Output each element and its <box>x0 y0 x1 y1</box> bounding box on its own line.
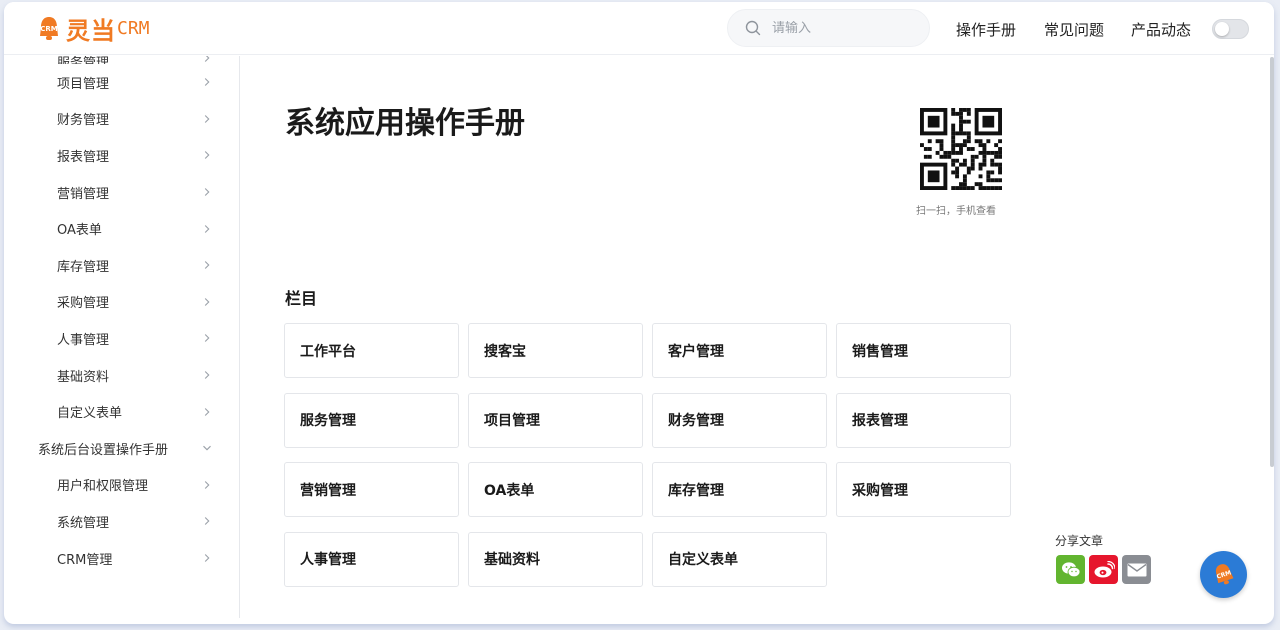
scrollbar[interactable] <box>1270 57 1274 557</box>
category-card[interactable]: 销售管理 <box>836 323 1011 378</box>
logo-suffix: CRM <box>117 18 150 39</box>
sidebar-item-label: 财务管理 <box>57 113 110 129</box>
qr-code <box>920 108 1002 190</box>
wechat-icon <box>1061 561 1080 577</box>
nav-faq[interactable]: 常见问题 <box>1044 19 1104 40</box>
sidebar-item[interactable]: 报表管理 <box>4 137 239 174</box>
sidebar-item-label: 基础资料 <box>57 369 110 385</box>
sidebar-item[interactable]: 财务管理 <box>4 101 239 138</box>
sidebar-item-label: 服务管理 <box>57 56 110 64</box>
category-card[interactable]: OA表单 <box>468 462 643 517</box>
chevron-down-icon <box>203 446 211 451</box>
theme-toggle[interactable] <box>1212 19 1249 39</box>
chevron-right-icon <box>204 480 210 489</box>
chevron-right-icon <box>204 188 210 196</box>
share-mail-button[interactable] <box>1122 555 1151 584</box>
crm-bell-logo-icon: CRM <box>40 16 58 40</box>
chevron-right-icon <box>204 261 210 270</box>
qr-caption: 扫一扫，手机查看 <box>916 206 996 217</box>
logo-text: 灵当 <box>66 17 116 45</box>
search-input[interactable] <box>772 20 912 36</box>
sidebar-item[interactable]: 系统管理 <box>4 503 239 540</box>
chevron-right-icon <box>204 56 210 62</box>
sidebar-item-label: 人事管理 <box>57 332 110 348</box>
sidebar-item-label: 报表管理 <box>57 149 110 165</box>
sidebar-item-label: 用户和权限管理 <box>57 479 149 495</box>
weibo-icon <box>1094 560 1115 577</box>
category-card[interactable]: 采购管理 <box>836 462 1011 517</box>
sidebar-item-label: 系统后台设置操作手册 <box>38 442 169 458</box>
nav-product-news[interactable]: 产品动态 <box>1131 19 1191 40</box>
sidebar-item[interactable]: 项目管理 <box>4 64 239 101</box>
category-card[interactable]: 服务管理 <box>284 392 459 448</box>
chevron-right-icon <box>204 554 210 562</box>
category-card[interactable]: 报表管理 <box>836 392 1011 448</box>
sidebar: 服务管理项目管理财务管理报表管理营销管理 OA表单库存管理采购管理人事管理基础资料… <box>4 56 240 618</box>
category-card[interactable]: 基础资料 <box>468 531 643 587</box>
chevron-right-icon <box>204 297 210 306</box>
sidebar-item[interactable]: 用户和权限管理 <box>4 467 239 504</box>
sidebar-item[interactable]: 系统后台设置操作手册 <box>4 430 239 467</box>
sidebar-item[interactable]: 基础资料 <box>4 357 239 394</box>
share-label: 分享文章 <box>1055 534 1104 548</box>
sidebar-item-label: 库存管理 <box>57 259 110 275</box>
sidebar-item-label: 自定义表单 <box>57 406 123 422</box>
floating-crm-button[interactable]: CRM <box>1200 551 1247 598</box>
sidebar-item-label: 项目管理 <box>57 76 110 92</box>
category-card[interactable]: 项目管理 <box>468 392 643 448</box>
nav-manual[interactable]: 操作手册 <box>956 19 1016 40</box>
share-wechat-button[interactable] <box>1056 555 1085 584</box>
category-card[interactable]: 搜客宝 <box>468 323 643 378</box>
sidebar-item-label: 采购管理 <box>57 296 110 312</box>
sidebar-item[interactable]: OA表单 <box>4 210 239 247</box>
app-window: CRM 灵当 CRM 操作手册 常见问题 产品动态 服务管理项目管理财务管理报表… <box>4 2 1274 624</box>
page-title: 系统应用操作手册 <box>285 106 525 141</box>
sidebar-item[interactable]: 库存管理 <box>4 247 239 284</box>
sidebar-item[interactable]: 采购管理 <box>4 284 239 321</box>
svg-text:CRM: CRM <box>40 25 58 33</box>
category-card[interactable]: 人事管理 <box>284 531 459 587</box>
chevron-right-icon <box>204 334 210 343</box>
category-card[interactable]: 营销管理 <box>284 462 459 517</box>
chevron-right-icon <box>204 517 210 526</box>
chevron-right-icon <box>204 78 210 87</box>
chevron-right-icon <box>204 115 210 123</box>
section-title: 栏目 <box>285 289 318 308</box>
chevron-right-icon <box>204 224 210 233</box>
category-card[interactable]: 工作平台 <box>284 323 459 378</box>
category-card[interactable]: 库存管理 <box>652 462 827 517</box>
logo[interactable]: CRM 灵当 CRM <box>34 11 150 46</box>
search-icon <box>745 20 761 36</box>
top-header: CRM 灵当 CRM 操作手册 常见问题 产品动态 <box>4 2 1274 55</box>
scrollbar-thumb[interactable] <box>1270 57 1274 467</box>
chevron-right-icon <box>204 151 210 160</box>
toggle-knob <box>1215 22 1229 36</box>
category-card[interactable]: 财务管理 <box>652 392 827 448</box>
sidebar-item[interactable]: CRM管理 <box>4 540 239 577</box>
category-card[interactable]: 客户管理 <box>652 323 827 378</box>
sidebar-item-label: 系统管理 <box>57 515 110 531</box>
sidebar-item-label: 营销管理 <box>57 186 110 202</box>
crm-bell-icon: CRM <box>1215 563 1233 584</box>
mail-icon <box>1127 563 1146 576</box>
chevron-right-icon <box>204 371 210 379</box>
sidebar-item[interactable]: 服务管理 <box>4 56 239 64</box>
chevron-right-icon <box>204 407 210 416</box>
category-card[interactable]: 自定义表单 <box>652 531 827 587</box>
sidebar-item[interactable]: 自定义表单 <box>4 393 239 430</box>
sidebar-item[interactable]: 人事管理 <box>4 320 239 357</box>
search-box <box>727 9 930 47</box>
sidebar-item[interactable]: 营销管理 <box>4 174 239 211</box>
sidebar-item-label: CRM管理 <box>57 552 113 568</box>
sidebar-item-label: OA表单 <box>57 223 102 239</box>
share-weibo-button[interactable] <box>1089 555 1118 584</box>
